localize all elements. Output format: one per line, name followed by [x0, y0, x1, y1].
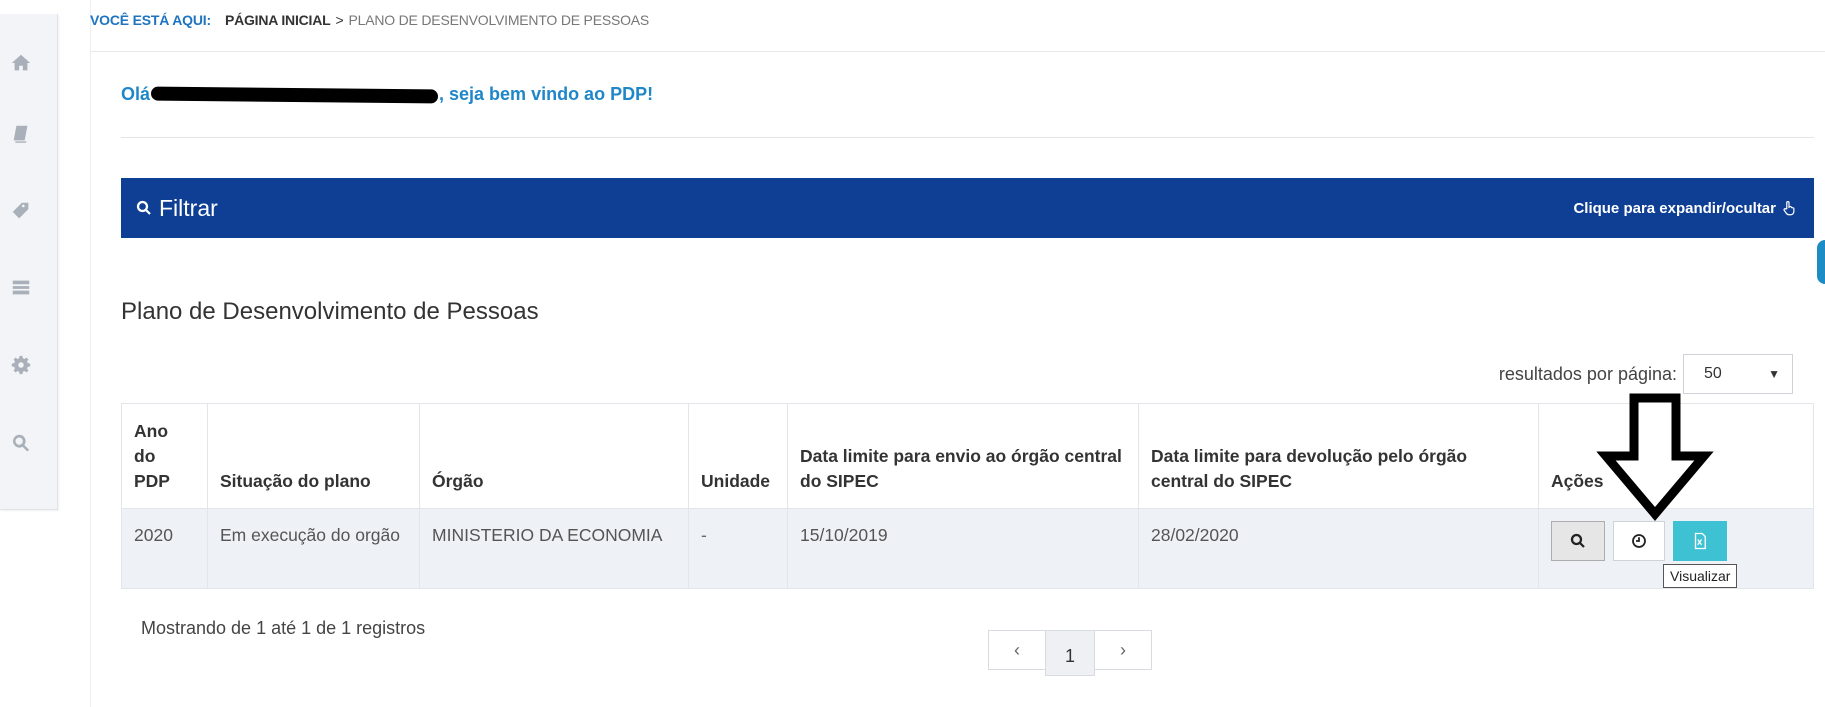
page-size-control: resultados por página: 50 ▼ [1499, 354, 1793, 394]
gear-icon [11, 355, 31, 375]
column-header-orgao[interactable]: Órgão [419, 403, 689, 509]
book-icon [13, 125, 28, 143]
filter-toggle-label: Clique para expandir/ocultar [1573, 199, 1776, 217]
home-icon [11, 54, 31, 71]
row-actions [1551, 521, 1801, 561]
page-title: Plano de Desenvolvimento de Pessoas [121, 298, 539, 325]
cell-data-devolucao: 28/02/2020 [1138, 508, 1539, 589]
pagination-next-button[interactable]: › [1094, 630, 1152, 670]
greeting-prefix: Olá [121, 84, 151, 104]
pointing-hand-icon [1783, 201, 1795, 216]
table-row: 2020 Em execução do orgão MINISTERIO DA … [121, 508, 1814, 589]
records-info: Mostrando de 1 até 1 de 1 registros [141, 618, 426, 638]
export-excel-button[interactable] [1673, 521, 1727, 561]
view-tooltip: Visualizar [1663, 564, 1738, 588]
column-header-situacao[interactable]: Situação do plano [207, 403, 420, 509]
column-header-data-envio[interactable]: Data limite para envio ao órgão central … [787, 403, 1139, 509]
sidebar-item-settings[interactable] [0, 348, 42, 382]
cell-unidade: - [688, 508, 788, 589]
header-divider [91, 51, 1825, 52]
search-icon [13, 434, 30, 452]
column-header-unidade[interactable]: Unidade [688, 403, 788, 509]
greeting-suffix: , seja bem vindo ao PDP! [439, 84, 654, 104]
table-header-row: Ano do PDP Situação do plano Órgão Unida… [121, 403, 1814, 509]
filter-toggle[interactable]: Clique para expandir/ocultar [1573, 199, 1798, 217]
history-button[interactable] [1613, 521, 1665, 561]
down-arrow-annotation-icon [1596, 393, 1714, 521]
search-icon [136, 200, 151, 215]
cell-situacao: Em execução do orgão [207, 508, 420, 589]
pagination-prev-button[interactable]: ‹ [988, 630, 1046, 670]
breadcrumb: VOCÊ ESTÁ AQUI: PÁGINA INICIAL > PLANO DE D… [90, 12, 649, 28]
sidebar-item-book[interactable] [0, 117, 42, 151]
greeting-divider [121, 137, 1814, 138]
pdp-table: Ano do PDP Situação do plano Órgão Unida… [121, 403, 1814, 589]
sidebar-item-tag[interactable] [0, 194, 42, 228]
view-button[interactable] [1551, 521, 1605, 561]
magnifier-icon [1570, 533, 1585, 548]
filter-panel-header[interactable]: Filtrar Clique para expandir/ocultar [121, 178, 1814, 238]
breadcrumb-lead: VOCÊ ESTÁ AQUI: [90, 12, 211, 28]
filter-title-label: Filtrar [159, 194, 218, 221]
column-header-ano[interactable]: Ano do PDP [121, 403, 208, 509]
page-size-value: 50 [1704, 365, 1722, 382]
breadcrumb-current: PLANO DE DESENVOLVIMENTO DE PESSOAS [348, 12, 650, 28]
clock-icon [1632, 534, 1646, 548]
sidebar-item-search[interactable] [0, 426, 42, 460]
sidebar-item-list[interactable] [0, 270, 42, 304]
side-tab-handle[interactable] [1817, 240, 1825, 284]
redacted-user-name [150, 85, 439, 104]
breadcrumb-home-link[interactable]: PÁGINA INICIAL [225, 12, 331, 28]
column-header-data-devolucao[interactable]: Data limite para devolução pelo órgão ce… [1138, 403, 1539, 509]
tag-icon [12, 202, 29, 219]
welcome-message: Olá , seja bem vindo ao PDP! [121, 84, 653, 105]
cell-orgao: MINISTERIO DA ECONOMIA [419, 508, 689, 589]
breadcrumb-separator: > [335, 12, 344, 28]
excel-file-icon [1694, 532, 1706, 550]
cell-data-envio: 15/10/2019 [787, 508, 1139, 589]
sidebar-item-home[interactable] [0, 46, 42, 80]
page-size-select[interactable]: 50 ▼ [1683, 354, 1793, 394]
pagination-page-current[interactable]: 1 [1045, 630, 1095, 676]
list-icon [12, 280, 30, 295]
page-size-label: resultados por página: [1498, 363, 1677, 384]
filter-title: Filtrar [135, 195, 218, 222]
chevron-down-icon: ▼ [1768, 367, 1780, 381]
sidebar [0, 14, 58, 510]
cell-ano: 2020 [121, 508, 208, 589]
pagination: ‹ 1 › [988, 630, 1152, 676]
content-divider [90, 0, 91, 707]
